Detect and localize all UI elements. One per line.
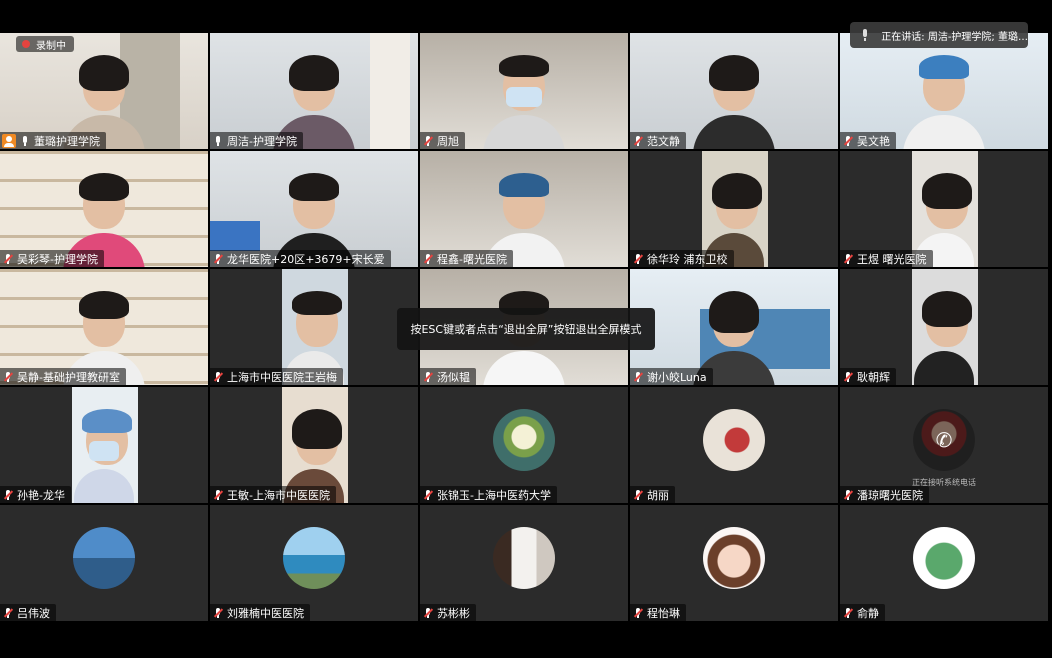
- participant-name: 刘雅楠中医医院: [227, 606, 304, 620]
- fullscreen-exit-toast: 按ESC键或者点击“退出全屏”按钮退出全屏模式: [397, 308, 655, 350]
- phone-icon: ✆: [913, 409, 975, 471]
- avatar: [913, 527, 975, 589]
- avatar: [493, 527, 555, 589]
- participant-name: 谢小皎Luna: [647, 370, 707, 384]
- video-tile[interactable]: 徐华玲 浦东卫校: [630, 151, 838, 267]
- mic-icon: [212, 135, 224, 147]
- muted-mic-icon: [842, 489, 854, 501]
- participant-name: 吴静-基础护理教研室: [17, 370, 120, 384]
- avatar-tile[interactable]: 刘雅楠中医医院: [210, 505, 418, 621]
- participant-name: 胡丽: [647, 488, 669, 502]
- participant-name: 程怡琳: [647, 606, 680, 620]
- muted-mic-icon: [422, 253, 434, 265]
- video-tile[interactable]: 吴文艳: [840, 33, 1048, 149]
- participant-name: 程鑫-曙光医院: [437, 252, 507, 266]
- video-tile[interactable]: 耿朝辉: [840, 269, 1048, 385]
- host-icon: [2, 133, 16, 148]
- muted-mic-icon: [212, 489, 224, 501]
- active-speaker-banner: 正在讲话: 周洁-护理学院; 董璐…: [850, 22, 1028, 48]
- avatar-tile[interactable]: 张锦玉-上海中医药大学: [420, 387, 628, 503]
- avatar-tile[interactable]: 程怡琳: [630, 505, 838, 621]
- video-tile[interactable]: 王敏-上海市中医医院: [210, 387, 418, 503]
- participant-name: 周洁-护理学院: [227, 134, 297, 148]
- avatar-tile[interactable]: 胡丽: [630, 387, 838, 503]
- video-tile[interactable]: 吴静-基础护理教研室: [0, 269, 208, 385]
- participant-video: [899, 49, 989, 149]
- participant-name: 吕伟波: [17, 606, 50, 620]
- participant-name: 苏彬彬: [437, 606, 470, 620]
- mic-icon: [860, 28, 869, 42]
- muted-mic-icon: [422, 607, 434, 619]
- muted-mic-icon: [2, 371, 14, 383]
- muted-mic-icon: [2, 489, 14, 501]
- participant-name: 周旭: [437, 134, 459, 148]
- avatar-tile[interactable]: 吕伟波: [0, 505, 208, 621]
- avatar: [703, 409, 765, 471]
- muted-mic-icon: [632, 607, 644, 619]
- participant-video: [479, 49, 569, 149]
- active-speaker-text: 正在讲话: 周洁-护理学院; 董璐…: [881, 31, 1028, 43]
- muted-mic-icon: [422, 489, 434, 501]
- participant-name: 耿朝辉: [857, 370, 890, 384]
- video-tile[interactable]: 谢小皎Luna: [630, 269, 838, 385]
- muted-mic-icon: [632, 253, 644, 265]
- participant-name: 范文静: [647, 134, 680, 148]
- avatar-tile[interactable]: 苏彬彬: [420, 505, 628, 621]
- participant-name: 徐华玲 浦东卫校: [647, 252, 728, 266]
- video-tile[interactable]: 孙艳-龙华: [0, 387, 208, 503]
- muted-mic-icon: [422, 371, 434, 383]
- muted-mic-icon: [422, 135, 434, 147]
- video-tile[interactable]: 范文静: [630, 33, 838, 149]
- video-tile-active[interactable]: 周洁-护理学院: [210, 33, 418, 149]
- video-tile[interactable]: 龙华医院+20区+3679+宋长爱: [210, 151, 418, 267]
- avatar: [283, 527, 345, 589]
- video-tile[interactable]: 程鑫-曙光医院: [420, 151, 628, 267]
- muted-mic-icon: [842, 253, 854, 265]
- avatar-tile[interactable]: 俞静: [840, 505, 1048, 621]
- muted-mic-icon: [842, 607, 854, 619]
- participant-name: 王煜 曙光医院: [857, 252, 927, 266]
- participant-video: [689, 49, 779, 149]
- mic-icon: [19, 135, 31, 147]
- record-dot-icon: [22, 40, 30, 48]
- participant-name: 汤似韫: [437, 370, 470, 384]
- participant-name: 王敏-上海市中医医院: [227, 488, 330, 502]
- muted-mic-icon: [2, 607, 14, 619]
- avatar: [703, 527, 765, 589]
- participant-video: [74, 403, 134, 503]
- participant-name: 张锦玉-上海中医药大学: [437, 488, 551, 502]
- recording-label: 录制中: [36, 40, 66, 52]
- muted-mic-icon: [212, 371, 224, 383]
- video-tile[interactable]: 吴彩琴-护理学院: [0, 151, 208, 267]
- participant-name: 上海市中医医院王岩梅: [227, 370, 337, 384]
- muted-mic-icon: [632, 489, 644, 501]
- participant-name: 俞静: [857, 606, 879, 620]
- muted-mic-icon: [632, 135, 644, 147]
- avatar: [73, 527, 135, 589]
- avatar: [493, 409, 555, 471]
- toast-text: 按ESC键或者点击“退出全屏”按钮退出全屏模式: [410, 323, 642, 336]
- participant-name: 孙艳-龙华: [17, 488, 65, 502]
- muted-mic-icon: [2, 253, 14, 265]
- participant-name: 吴彩琴-护理学院: [17, 252, 98, 266]
- participant-video: [914, 285, 974, 385]
- muted-mic-icon: [212, 607, 224, 619]
- recording-indicator: 录制中: [16, 36, 74, 52]
- video-tile[interactable]: 周旭: [420, 33, 628, 149]
- video-tile[interactable]: 王煜 曙光医院: [840, 151, 1048, 267]
- participant-name: 吴文艳: [857, 134, 890, 148]
- muted-mic-icon: [632, 371, 644, 383]
- muted-mic-icon: [842, 135, 854, 147]
- participant-name: 潘琼曙光医院: [857, 488, 923, 502]
- video-tile[interactable]: 上海市中医医院王岩梅: [210, 269, 418, 385]
- avatar-tile[interactable]: ✆ 正在接听系统电话 潘琼曙光医院: [840, 387, 1048, 503]
- muted-mic-icon: [212, 253, 224, 265]
- participant-name: 龙华医院+20区+3679+宋长爱: [227, 252, 385, 266]
- participant-name: 董璐护理学院: [34, 134, 100, 148]
- muted-mic-icon: [842, 371, 854, 383]
